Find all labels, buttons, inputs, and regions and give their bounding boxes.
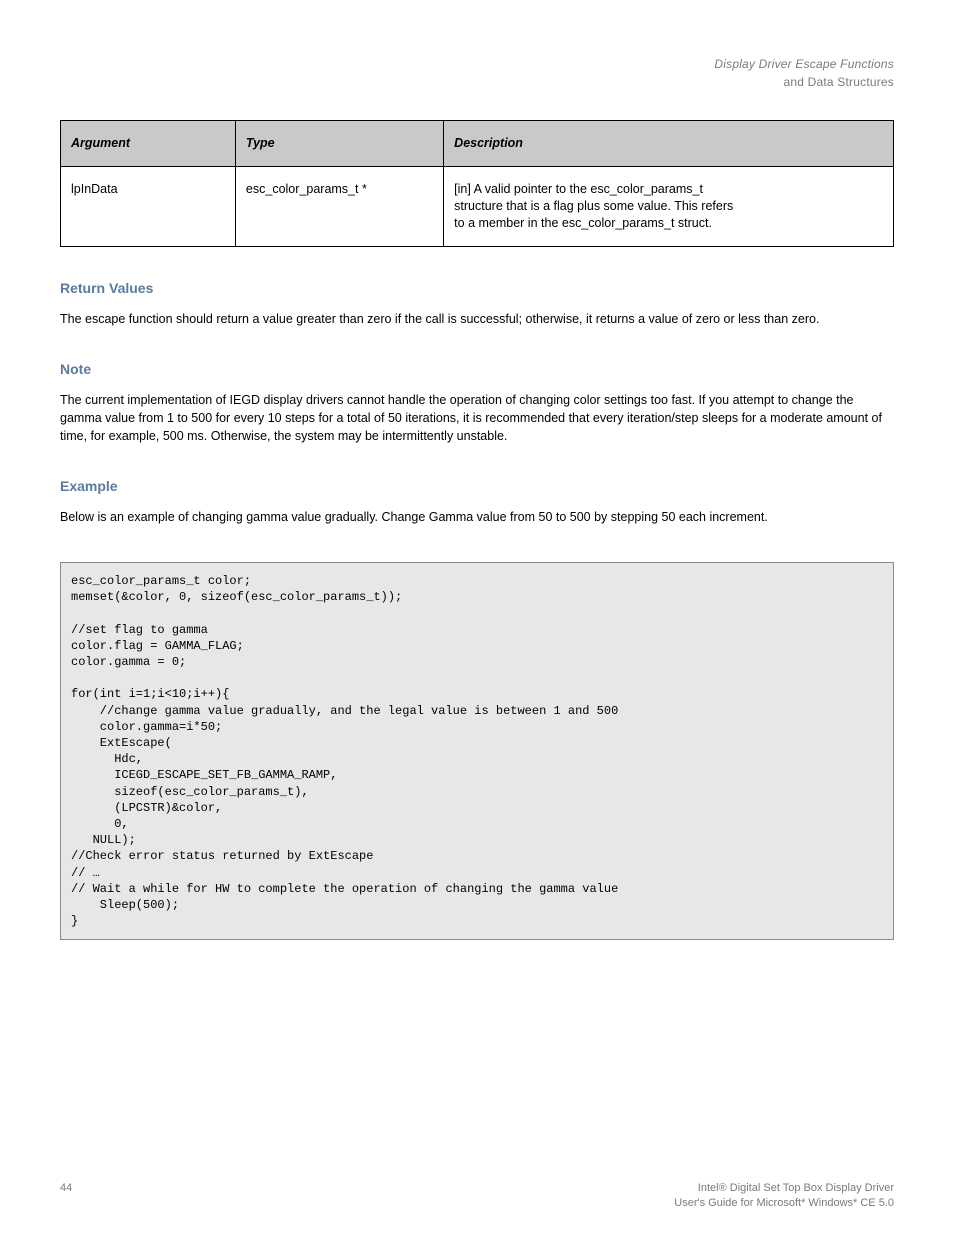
footer-right-line-2: User's Guide for Microsoft* Windows* CE …: [674, 1196, 894, 1211]
header-right-block: Display Driver Escape Functions and Data…: [60, 56, 894, 90]
cell-desc-line-2: structure that is a flag plus some value…: [454, 198, 883, 215]
col-header-description: Description: [444, 121, 894, 167]
return-values-body: The escape function should return a valu…: [60, 310, 894, 328]
example-heading: Example: [60, 477, 894, 496]
col-header-argument: Argument: [61, 121, 236, 167]
header-line-1: Display Driver Escape Functions: [60, 56, 894, 72]
note-heading: Note: [60, 360, 894, 379]
cell-desc-line-3: to a member in the esc_color_params_t st…: [454, 215, 883, 232]
table-header-row: Argument Type Description: [61, 121, 894, 167]
footer-right-block: Intel® Digital Set Top Box Display Drive…: [674, 1181, 894, 1211]
cell-type: esc_color_params_t *: [235, 167, 443, 247]
cell-description: [in] A valid pointer to the esc_color_pa…: [444, 167, 894, 247]
footer-right-line-1: Intel® Digital Set Top Box Display Drive…: [674, 1181, 894, 1196]
return-values-heading: Return Values: [60, 279, 894, 298]
footer-page-number: 44: [60, 1181, 72, 1211]
page: Display Driver Escape Functions and Data…: [0, 0, 954, 1235]
code-block: esc_color_params_t color; memset(&color,…: [60, 562, 894, 940]
footer: 44 Intel® Digital Set Top Box Display Dr…: [60, 1181, 894, 1211]
table-row: lpInData esc_color_params_t * [in] A val…: [61, 167, 894, 247]
arguments-table: Argument Type Description lpInData esc_c…: [60, 120, 894, 247]
cell-desc-line-1: [in] A valid pointer to the esc_color_pa…: [454, 181, 883, 198]
note-body: The current implementation of IEGD displ…: [60, 391, 894, 445]
header-line-2: and Data Structures: [60, 74, 894, 90]
cell-argument: lpInData: [61, 167, 236, 247]
col-header-type: Type: [235, 121, 443, 167]
example-body: Below is an example of changing gamma va…: [60, 508, 894, 526]
